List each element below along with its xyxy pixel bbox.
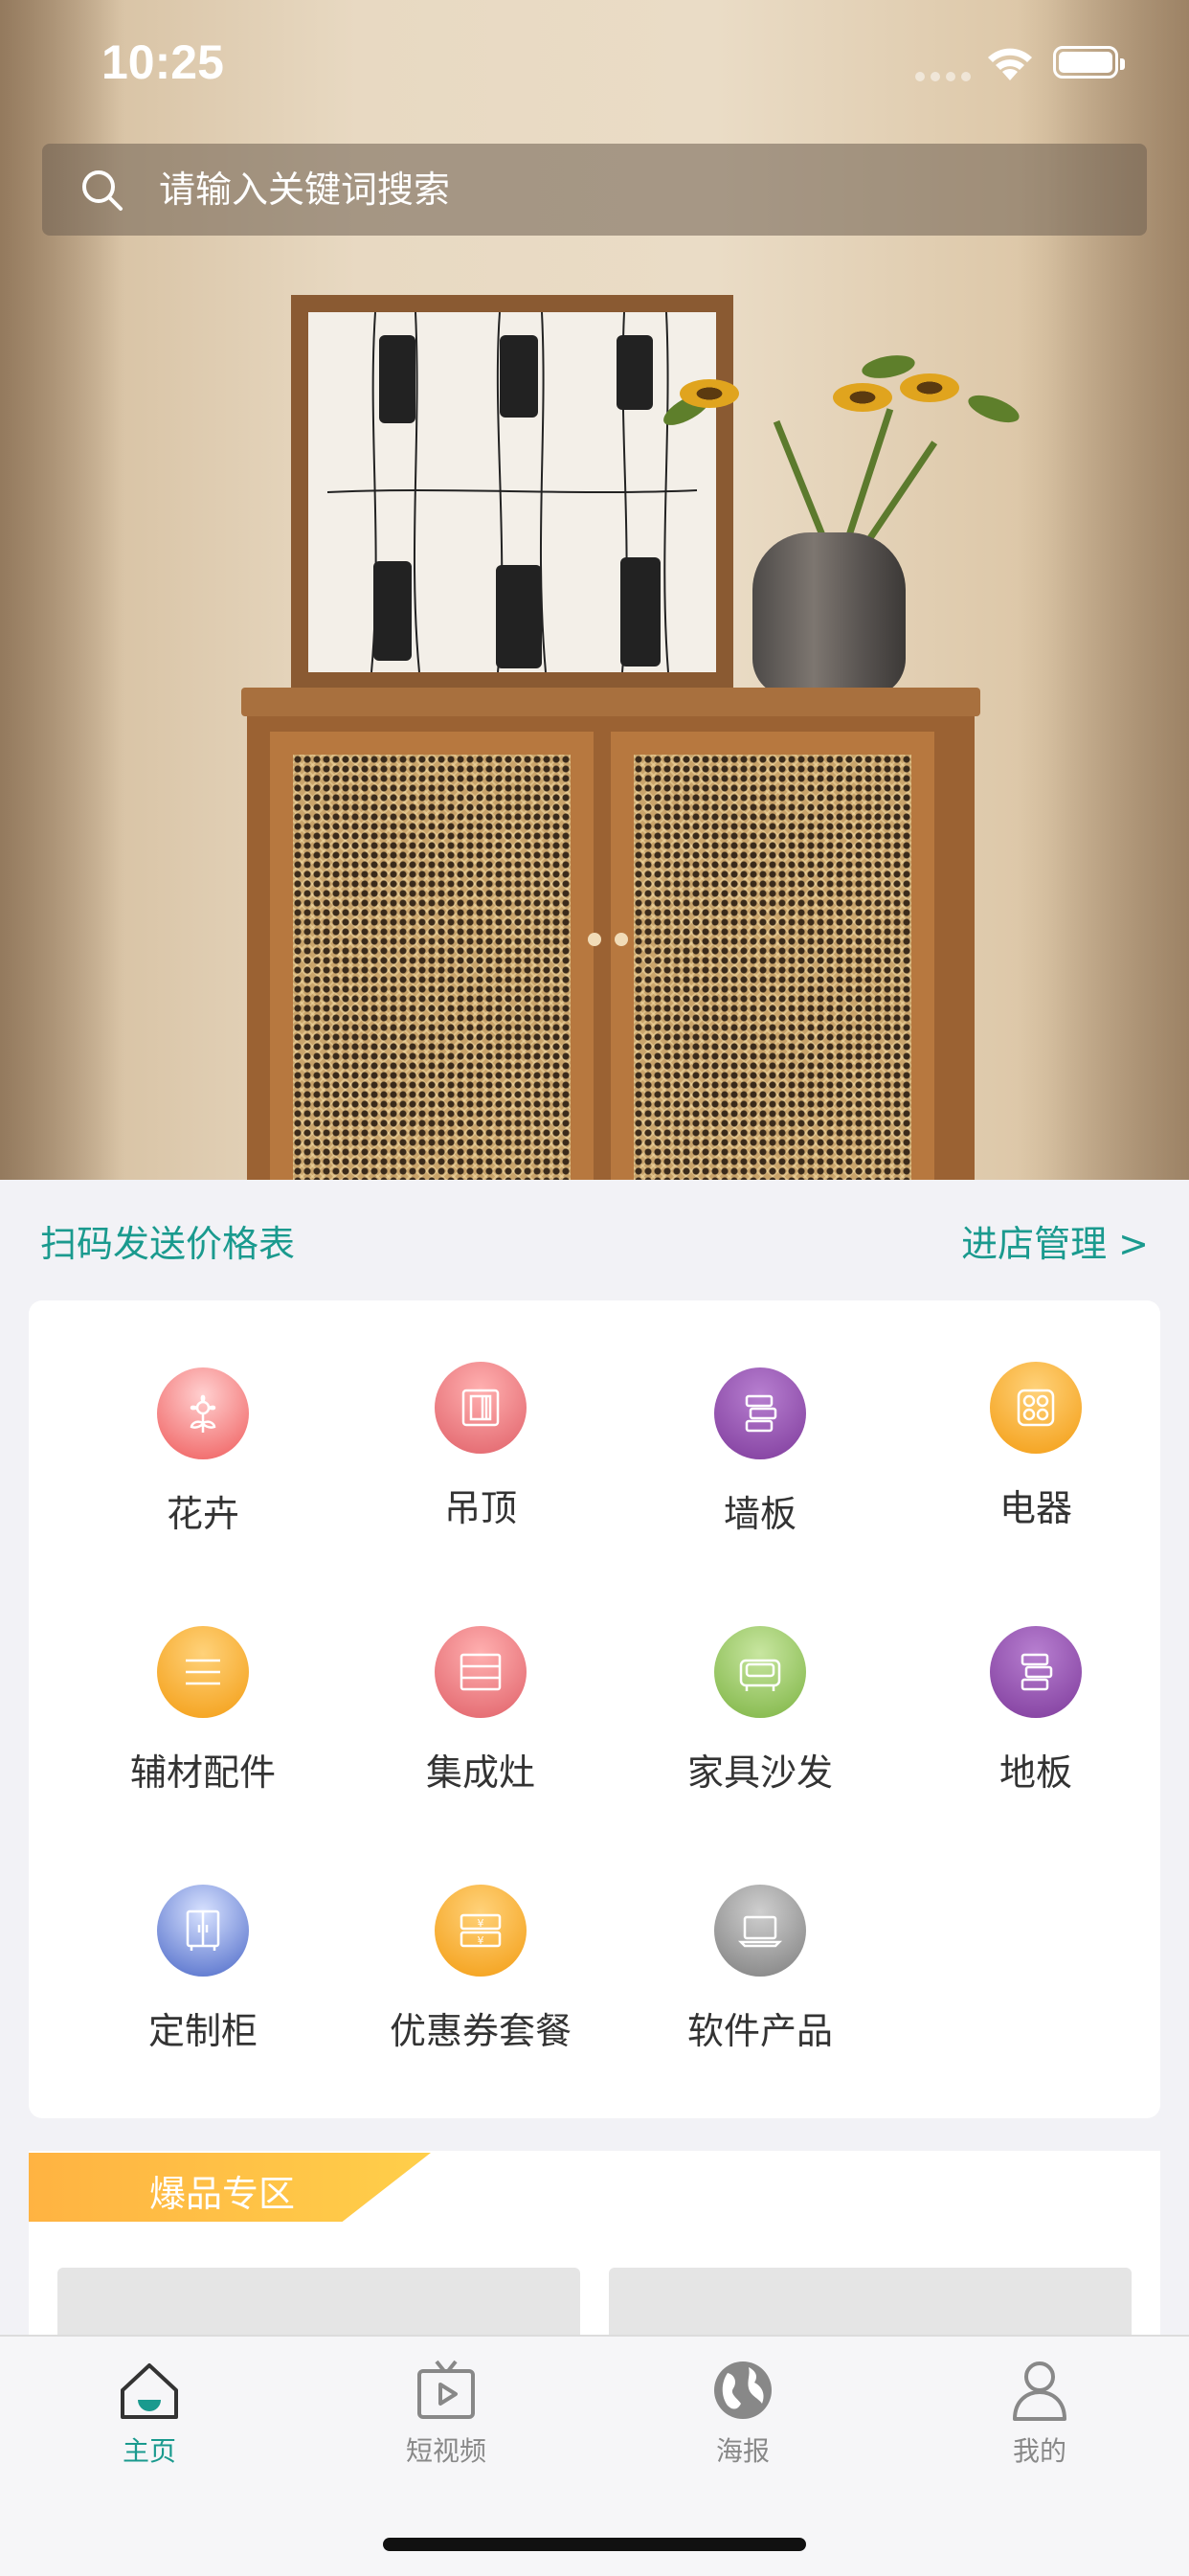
category-label: 辅材配件 — [129, 1751, 276, 1794]
appliance-icon — [990, 1362, 1082, 1454]
flower-icon — [157, 1367, 249, 1459]
category-accessories[interactable]: 辅材配件 — [69, 1626, 337, 1796]
video-icon — [417, 2360, 475, 2419]
battery-icon — [1053, 46, 1125, 79]
product-card-placeholder[interactable] — [57, 2268, 580, 2344]
search-placeholder[interactable]: 请输入关键词搜索 — [159, 165, 450, 215]
category-coupon-package[interactable]: ¥ ¥ 优惠券套餐 — [347, 1885, 615, 2054]
home-indicator[interactable] — [383, 2538, 806, 2551]
category-grid: 花卉 吊顶 墙板 电器 辅材配件 集成灶 家具沙发 地板 定制柜 ¥ ¥ 优惠券… — [29, 1300, 1160, 2118]
ceiling-icon — [435, 1362, 527, 1454]
tab-poster[interactable]: 海报 — [647, 2356, 839, 2469]
vase — [752, 532, 906, 697]
stem — [773, 419, 830, 548]
tab-home[interactable]: 主页 — [54, 2356, 245, 2469]
floor-icon — [990, 1626, 1082, 1718]
signal-dot — [946, 72, 955, 81]
globe-icon — [714, 2361, 772, 2419]
category-label: 花卉 — [166, 1493, 239, 1535]
store-management-link[interactable]: 进店管理 > — [961, 1214, 1149, 1267]
search-bar[interactable]: 请输入关键词搜索 — [42, 144, 1147, 236]
tab-label: 海报 — [715, 2435, 770, 2467]
signal-dot — [931, 72, 940, 81]
svg-text:¥: ¥ — [478, 1917, 484, 1930]
sofa-icon — [714, 1626, 806, 1718]
category-label: 墙板 — [723, 1493, 796, 1535]
quick-links-row: 扫码发送价格表 进店管理 > — [0, 1180, 1189, 1299]
category-custom-cabinet[interactable]: 定制柜 — [69, 1885, 337, 2054]
list-icon — [157, 1626, 249, 1718]
coupon-icon: ¥ ¥ — [435, 1885, 527, 1977]
hot-zone-title: 爆品专区 — [149, 2173, 296, 2215]
category-label: 定制柜 — [147, 2010, 258, 2052]
sunflower — [833, 383, 892, 412]
category-furniture-sofa[interactable]: 家具沙发 — [626, 1626, 894, 1796]
category-label: 吊顶 — [443, 1487, 517, 1529]
tab-short-video[interactable]: 短视频 — [350, 2356, 542, 2469]
category-software[interactable]: 软件产品 — [626, 1885, 894, 2054]
hero-artwork — [291, 295, 733, 689]
category-label: 家具沙发 — [686, 1751, 833, 1794]
sunflower — [680, 379, 739, 408]
artwork-lines — [326, 311, 698, 673]
stem — [842, 408, 894, 548]
category-integrated-stove[interactable]: 集成灶 — [347, 1626, 615, 1796]
user-icon — [1013, 2361, 1066, 2421]
status-time: 10:25 — [101, 35, 224, 89]
tab-label: 我的 — [1012, 2435, 1066, 2467]
category-label: 地板 — [998, 1751, 1072, 1794]
svg-text:¥: ¥ — [478, 1934, 484, 1947]
laptop-icon — [714, 1885, 806, 1977]
home-icon — [121, 2363, 178, 2419]
rattan-cabinet — [241, 688, 980, 1180]
tab-profile[interactable]: 我的 — [944, 2356, 1135, 2469]
signal-dot — [915, 72, 925, 81]
category-label: 优惠券套餐 — [389, 2010, 572, 2052]
category-ceiling[interactable]: 吊顶 — [347, 1362, 615, 1531]
scan-price-list-link[interactable]: 扫码发送价格表 — [40, 1214, 295, 1267]
category-flowers[interactable]: 花卉 — [69, 1367, 337, 1537]
wifi-icon — [988, 48, 1032, 80]
category-wallboard[interactable]: 墙板 — [626, 1367, 894, 1537]
category-appliances[interactable]: 电器 — [902, 1362, 1170, 1531]
product-card-placeholder[interactable] — [609, 2268, 1132, 2344]
status-bar: 10:25 — [0, 0, 1189, 124]
wallboard-icon — [714, 1367, 806, 1459]
tab-label: 主页 — [122, 2435, 176, 2467]
stove-icon — [435, 1626, 527, 1718]
signal-dot — [961, 72, 971, 81]
category-label: 电器 — [998, 1487, 1072, 1529]
cabinet-icon — [157, 1885, 249, 1977]
category-label: 集成灶 — [425, 1751, 535, 1794]
tab-label: 短视频 — [405, 2435, 486, 2467]
leaf — [964, 390, 1023, 428]
category-label: 软件产品 — [686, 2010, 833, 2052]
category-flooring[interactable]: 地板 — [902, 1626, 1170, 1796]
sunflower — [900, 373, 959, 402]
search-icon — [82, 170, 123, 211]
